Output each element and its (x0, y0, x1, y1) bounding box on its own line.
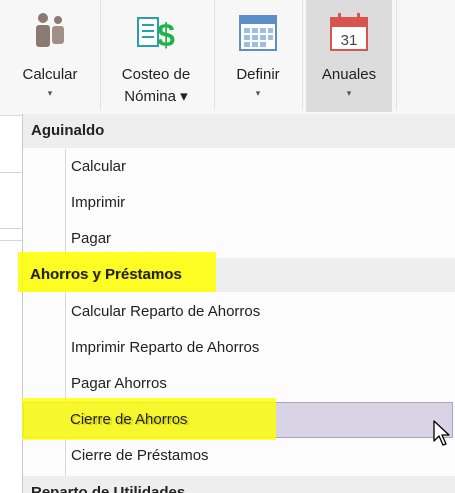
definir-label: Definir (236, 66, 280, 83)
menu-item-aguinaldo-calcular[interactable]: Calcular (23, 149, 453, 185)
menu-header-aguinaldo: Aguinaldo (23, 114, 455, 148)
ribbon-separator (302, 0, 303, 110)
nomina-label: Nómina ▾ (124, 88, 188, 105)
menu-item-pagar-ahorros[interactable]: Pagar Ahorros (23, 366, 453, 402)
divider (0, 172, 22, 173)
menu-item-calcular-reparto-de-ahorros[interactable]: Calcular Reparto de Ahorros (23, 294, 453, 330)
calcular-ribbon-button[interactable]: Calcular ▾ (8, 0, 92, 112)
svg-text:$: $ (157, 17, 175, 53)
people-calculate-icon (26, 8, 74, 56)
divider (0, 228, 22, 229)
highlighted-item-text: Cierre de Ahorros (70, 411, 188, 428)
mouse-cursor-icon (433, 420, 450, 446)
menu-item-aguinaldo-imprimir[interactable]: Imprimir (23, 185, 453, 221)
chevron-down-icon: ▾ (47, 88, 53, 98)
svg-text:31: 31 (341, 32, 358, 49)
background-panel (0, 116, 22, 493)
ribbon-separator (396, 0, 397, 110)
menu-header-reparto-de-utilidades: Reparto de Utilidades (23, 476, 455, 493)
highlighted-header-text: Ahorros y Préstamos (30, 266, 182, 283)
ribbon-separator (100, 0, 101, 110)
costeo-de-nomina-ribbon-button[interactable]: $ Costeo de Nómina ▾ (104, 0, 208, 112)
definir-ribbon-button[interactable]: Definir ▾ (220, 0, 296, 112)
menu-item-imprimir-reparto-de-ahorros[interactable]: Imprimir Reparto de Ahorros (23, 330, 453, 366)
calendar-31-icon: 31 (325, 8, 373, 56)
calcular-label: Calcular (22, 66, 78, 83)
grid-calendar-icon (234, 8, 282, 56)
costeo-de-label: Costeo de (121, 66, 191, 83)
anuales-ribbon-button[interactable]: 31 Anuales ▾ (306, 0, 392, 112)
divider (0, 240, 22, 241)
dollar-document-icon: $ (132, 8, 180, 56)
chevron-down-icon: ▾ (346, 88, 352, 98)
anuales-label: Anuales (321, 66, 377, 83)
ribbon: Calcular ▾ $ Costeo de Nómina ▾ Definir … (0, 0, 455, 116)
menu-item-cierre-de-prestamos[interactable]: Cierre de Préstamos (23, 438, 453, 474)
chevron-down-icon: ▾ (255, 88, 261, 98)
ribbon-separator (214, 0, 215, 110)
